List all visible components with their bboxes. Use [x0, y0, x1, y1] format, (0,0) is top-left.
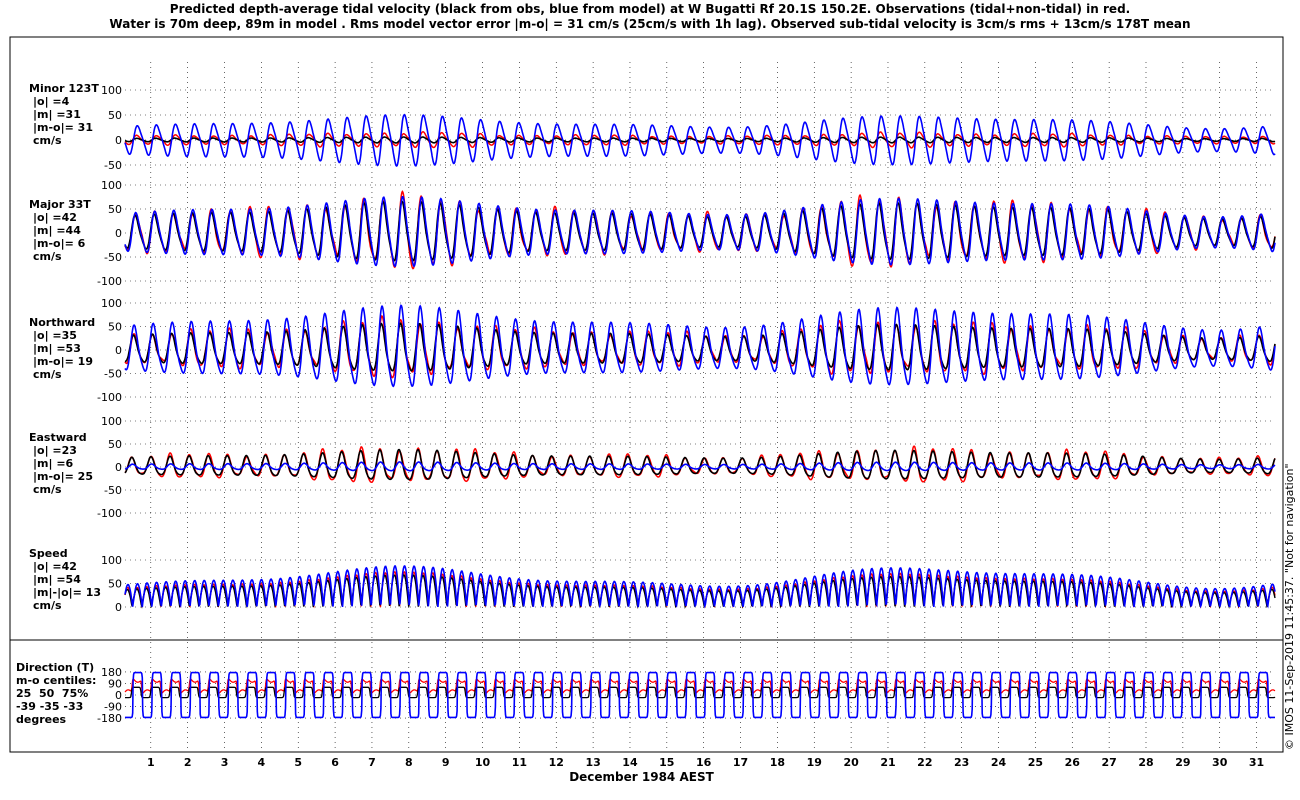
x-tick-label-27: 27 — [1101, 756, 1116, 769]
panel-0-label-3: |m-o|= 31 — [33, 121, 93, 134]
x-tick-label-9: 9 — [442, 756, 450, 769]
x-tick-label-23: 23 — [954, 756, 969, 769]
x-tick-label-11: 11 — [512, 756, 527, 769]
x-tick-label-2: 2 — [184, 756, 192, 769]
series-model-panel-2 — [124, 304, 1276, 388]
panel-0-label-0: Minor 123T — [29, 82, 99, 95]
panel-3-label-3: |m-o|= 25 — [33, 470, 93, 483]
panel-2-label-2: |m| =53 — [33, 342, 81, 355]
panel-4-label-0: Speed — [29, 547, 68, 560]
x-tick-label-7: 7 — [368, 756, 376, 769]
panel-1-label-0: Major 33T — [29, 198, 91, 211]
copyright-notice: © IMOS 11-Sep-2019 11:45:37. "Not for na… — [1283, 463, 1296, 750]
x-tick-label-24: 24 — [991, 756, 1007, 769]
panel-4-label-4: cm/s — [33, 599, 62, 612]
panel-4-label-2: |m| =54 — [33, 573, 81, 586]
y-tick-label: -50 — [104, 159, 122, 172]
x-tick-label-12: 12 — [549, 756, 564, 769]
x-tick-label-5: 5 — [294, 756, 302, 769]
y-tick-label: 50 — [108, 109, 122, 122]
x-tick-label-30: 30 — [1212, 756, 1228, 769]
y-tick-label: 0 — [115, 601, 122, 614]
x-tick-label-22: 22 — [917, 756, 932, 769]
x-tick-label-6: 6 — [331, 756, 339, 769]
x-tick-label-25: 25 — [1028, 756, 1043, 769]
panel-3-label-0: Eastward — [29, 431, 87, 444]
panel-0-label-2: |m| =31 — [33, 108, 81, 121]
series-model-speed — [124, 565, 1276, 609]
panel-3-label-2: |m| =6 — [33, 457, 74, 470]
x-tick-label-26: 26 — [1065, 756, 1081, 769]
x-tick-label-31: 31 — [1249, 756, 1264, 769]
panel-1-label-2: |m| =44 — [33, 224, 81, 237]
x-tick-label-20: 20 — [843, 756, 859, 769]
x-tick-label-15: 15 — [659, 756, 674, 769]
y-tick-label: 0 — [115, 344, 122, 357]
panel-1-label-3: |m-o|= 6 — [33, 237, 86, 250]
panel-0-label-1: |o| =4 — [33, 95, 70, 108]
panel-3-label-1: |o| =23 — [33, 444, 77, 457]
y-tick-label: -100 — [97, 507, 122, 520]
y-tick-label: -50 — [104, 484, 122, 497]
panel-2-label-3: |m-o|= 19 — [33, 355, 93, 368]
panel-5-label-3: -39 -35 -33 — [16, 700, 84, 713]
x-tick-label-17: 17 — [733, 756, 748, 769]
x-tick-label-29: 29 — [1175, 756, 1190, 769]
chart-plot-area: 100500-50100500-50-100100500-50-10010050… — [9, 36, 1284, 769]
panel-4-label-3: |m|-|o|= 13 — [33, 586, 102, 599]
y-tick-label: -180 — [97, 712, 122, 725]
x-tick-label-28: 28 — [1138, 756, 1153, 769]
y-tick-label: 100 — [101, 554, 122, 567]
y-tick-label: 0 — [115, 227, 122, 240]
x-axis-label: December 1984 AEST — [569, 770, 714, 784]
y-tick-label: 50 — [108, 203, 122, 216]
x-tick-label-14: 14 — [622, 756, 638, 769]
panel-1-label-4: cm/s — [33, 250, 62, 263]
panel-2-label-0: Northward — [29, 316, 96, 329]
panel-5-label-4: degrees — [16, 713, 67, 726]
x-tick-label-3: 3 — [221, 756, 229, 769]
series-tidal-obs-direction — [125, 686, 1276, 699]
panel-5-label-0: Direction (T) — [16, 661, 95, 674]
x-tick-label-1: 1 — [147, 756, 155, 769]
x-tick-label-10: 10 — [475, 756, 491, 769]
y-tick-label: -100 — [97, 275, 122, 288]
y-tick-label: 100 — [101, 179, 122, 192]
y-tick-label: 0 — [115, 461, 122, 474]
x-tick-label-18: 18 — [770, 756, 785, 769]
y-tick-label: -50 — [104, 368, 122, 381]
panel-2-label-1: |o| =35 — [33, 329, 77, 342]
x-tick-label-4: 4 — [258, 756, 266, 769]
panel-1-label-1: |o| =42 — [33, 211, 77, 224]
panel-2-label-4: cm/s — [33, 368, 62, 381]
x-tick-label-13: 13 — [585, 756, 600, 769]
panel-4-label-1: |o| =42 — [33, 560, 77, 573]
panel-3-label-4: cm/s — [33, 483, 62, 496]
y-tick-label: 50 — [108, 438, 122, 451]
y-tick-label: -100 — [97, 391, 122, 404]
series-observations-direction — [124, 678, 1276, 694]
y-tick-label: 100 — [101, 297, 122, 310]
y-tick-label: 100 — [101, 84, 122, 97]
x-tick-label-19: 19 — [807, 756, 822, 769]
x-tick-label-21: 21 — [880, 756, 895, 769]
y-tick-label: 50 — [108, 321, 122, 334]
y-tick-label: 0 — [115, 134, 122, 147]
panel-5-label-1: m-o centiles: — [16, 674, 97, 687]
x-tick-label-8: 8 — [405, 756, 413, 769]
y-tick-label: 100 — [101, 415, 122, 428]
y-tick-label: -50 — [104, 251, 122, 264]
panel-5-label-2: 25 50 75% — [16, 687, 89, 700]
x-tick-label-16: 16 — [696, 756, 712, 769]
panel-0-label-4: cm/s — [33, 134, 62, 147]
y-tick-label: 50 — [108, 578, 122, 591]
